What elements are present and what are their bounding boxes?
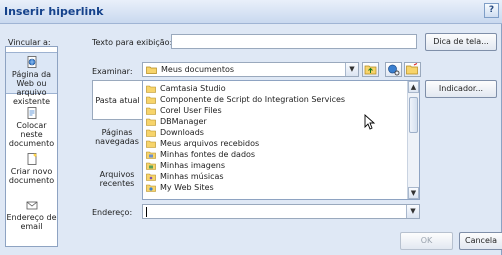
- look-in-dropdown-button[interactable]: ▼: [345, 63, 358, 76]
- chevron-down-icon: ▼: [410, 207, 416, 215]
- tab-label: Páginas navegadas: [95, 128, 139, 146]
- insert-hyperlink-dialog: Inserir hiperlink ? Vincular a: Texto pa…: [0, 0, 502, 255]
- chevron-down-icon: ▼: [410, 189, 417, 197]
- folder-up-icon: [364, 65, 377, 75]
- file-name: DBManager: [160, 117, 207, 126]
- list-item[interactable]: Corel User Files: [146, 106, 222, 116]
- nav-item-label: Colocar neste documento: [8, 121, 55, 148]
- screentip-button[interactable]: Dica de tela...: [425, 33, 497, 51]
- list-item[interactable]: Componente de Script do Integration Serv…: [146, 95, 345, 105]
- pictures-folder-icon: [146, 162, 156, 170]
- folder-icon: [146, 66, 157, 74]
- datasource-folder-icon: [146, 151, 156, 159]
- help-button[interactable]: ?: [484, 3, 499, 18]
- cancel-button[interactable]: Cancela: [459, 232, 502, 250]
- nav-create-new-document[interactable]: Criar novo documento: [6, 153, 57, 187]
- folder-icon: [146, 85, 156, 93]
- folder-icon: [146, 107, 156, 115]
- file-name: Meus arquivos recebidos: [160, 139, 260, 148]
- tab-current-folder[interactable]: Pasta atual: [92, 80, 142, 120]
- tab-browsed-pages[interactable]: Páginas navegadas: [92, 128, 142, 154]
- up-one-folder-button[interactable]: [362, 62, 379, 77]
- file-name: Minhas músicas: [160, 172, 224, 181]
- file-name: Corel User Files: [160, 106, 222, 115]
- look-in-label: Examinar:: [92, 67, 133, 76]
- new-document-icon: [27, 153, 36, 165]
- folder-icon: [146, 118, 156, 126]
- list-item[interactable]: Camtasia Studio: [146, 84, 226, 94]
- email-icon: [26, 201, 37, 210]
- address-label: Endereço:: [92, 208, 133, 217]
- file-name: Camtasia Studio: [160, 84, 226, 93]
- nav-item-label: Criar novo documento: [8, 167, 55, 185]
- chevron-up-icon: ▲: [410, 83, 417, 91]
- document-place-icon: [27, 107, 36, 119]
- display-text-input[interactable]: [171, 34, 417, 49]
- chevron-down-icon: ▼: [349, 65, 355, 73]
- list-item[interactable]: Downloads: [146, 128, 204, 138]
- mouse-pointer-icon: [364, 114, 376, 130]
- music-folder-icon: [146, 173, 156, 181]
- file-list[interactable]: Camtasia Studio Componente de Script do …: [142, 80, 420, 200]
- list-item[interactable]: Minhas músicas: [146, 172, 224, 182]
- ok-button[interactable]: OK: [400, 232, 453, 250]
- look-in-combo[interactable]: Meus documentos ▼: [142, 62, 359, 77]
- look-in-value: Meus documentos: [161, 65, 235, 74]
- list-item[interactable]: Minhas imagens: [146, 161, 225, 171]
- scroll-down-button[interactable]: ▼: [408, 187, 419, 199]
- list-item[interactable]: Meus arquivos recebidos: [146, 139, 259, 149]
- nav-place-in-document[interactable]: Colocar neste documento: [6, 107, 57, 148]
- browse-file-button[interactable]: [404, 62, 421, 77]
- folder-icon: [146, 140, 156, 148]
- scroll-thumb[interactable]: [409, 97, 418, 133]
- text-caret: [146, 207, 147, 217]
- tab-label: Arquivos recentes: [99, 170, 135, 188]
- bookmark-button[interactable]: Indicador...: [425, 80, 497, 98]
- dialog-title: Inserir hiperlink: [4, 5, 104, 18]
- tab-recent-files[interactable]: Arquivos recentes: [92, 170, 142, 196]
- file-name: Downloads: [160, 128, 204, 137]
- folder-icon: [146, 96, 156, 104]
- list-item[interactable]: My Web Sites: [146, 183, 214, 193]
- tab-label: Pasta atual: [95, 96, 140, 105]
- browse-web-icon: [388, 64, 400, 76]
- nav-item-label: Página da Web ou arquivo existente: [11, 70, 52, 106]
- file-name: Minhas imagens: [160, 161, 226, 170]
- browse-web-button[interactable]: [385, 62, 402, 77]
- list-item[interactable]: DBManager: [146, 117, 207, 127]
- nav-email-address[interactable]: Endereço de email: [6, 199, 57, 233]
- scroll-up-button[interactable]: ▲: [408, 81, 419, 93]
- list-item[interactable]: Minhas fontes de dados: [146, 150, 255, 160]
- nav-item-label: Endereço de email: [6, 213, 57, 231]
- title-bar: Inserir hiperlink ?: [0, 0, 502, 24]
- folder-icon: [146, 129, 156, 137]
- nav-existing-file-or-web-page[interactable]: Página da Web ou arquivo existente: [6, 52, 57, 106]
- address-combo[interactable]: ▼: [142, 204, 420, 219]
- file-name: My Web Sites: [160, 183, 214, 192]
- open-folder-icon: [406, 63, 418, 75]
- file-name: Componente de Script do Integration Serv…: [160, 95, 346, 104]
- file-name: Minhas fontes de dados: [160, 150, 256, 159]
- file-list-scrollbar[interactable]: ▲ ▼: [407, 81, 419, 199]
- globe-page-icon: [27, 56, 36, 68]
- display-text-label: Texto para exibição:: [92, 38, 173, 47]
- address-dropdown-button[interactable]: ▼: [406, 205, 419, 218]
- link-to-nav: Página da Web ou arquivo existente Coloc…: [5, 46, 58, 247]
- web-folder-icon: [146, 184, 156, 192]
